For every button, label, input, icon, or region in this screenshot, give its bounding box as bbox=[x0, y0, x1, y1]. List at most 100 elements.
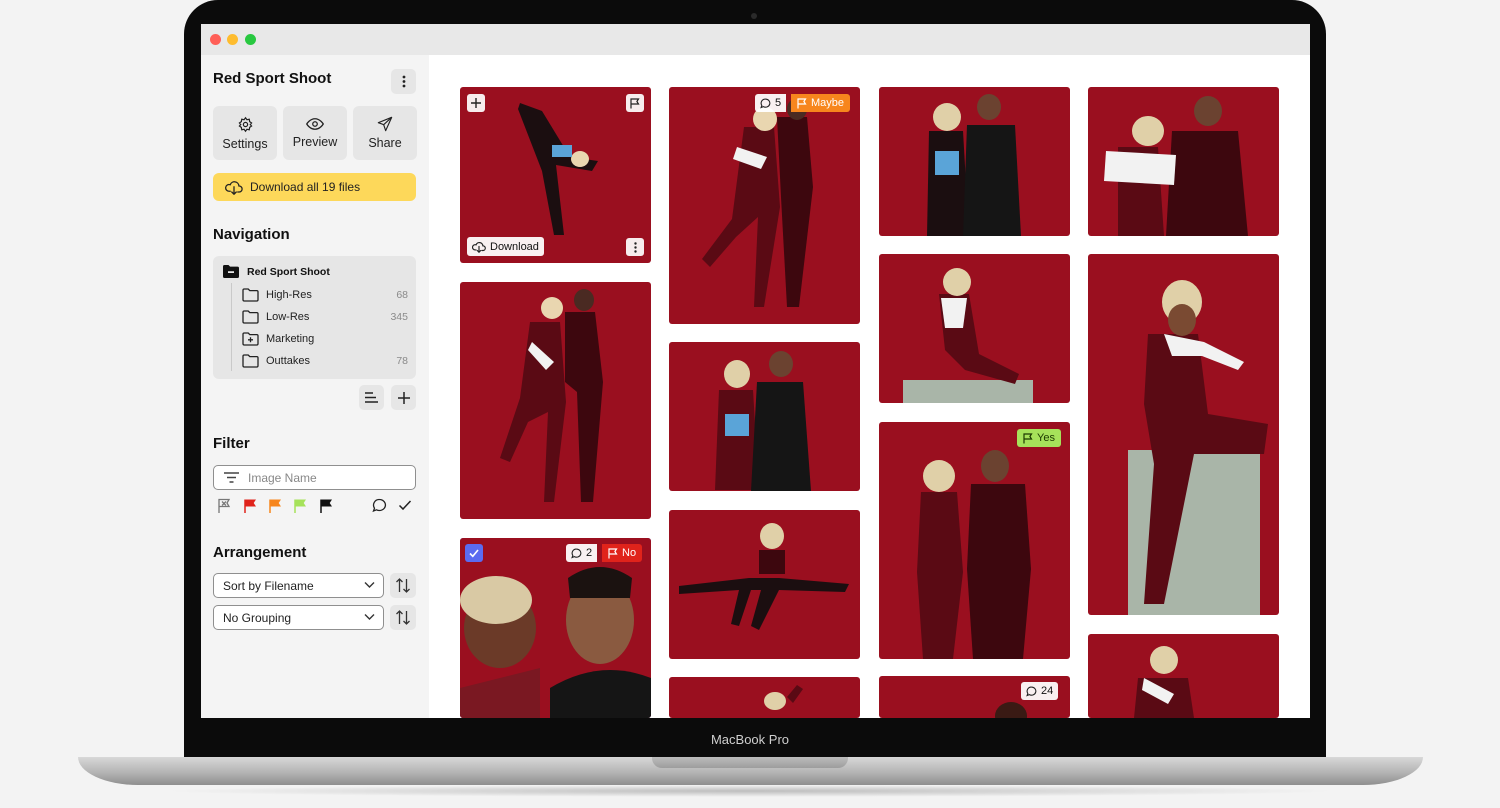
align-left-icon bbox=[365, 392, 378, 403]
photo-thumbnail bbox=[669, 677, 860, 718]
download-photo-label: Download bbox=[490, 240, 539, 253]
settings-button[interactable]: Settings bbox=[213, 106, 277, 160]
status-tag-label: Yes bbox=[1037, 432, 1055, 444]
comment-count-badge[interactable]: 24 bbox=[1021, 682, 1059, 700]
status-tag-label: No bbox=[622, 547, 637, 559]
plus-icon bbox=[471, 98, 481, 108]
chevron-down-icon bbox=[364, 582, 375, 588]
status-tag-label: Maybe bbox=[811, 97, 845, 109]
app-window: Red Sport Shoot Settings Preview Share D… bbox=[201, 24, 1310, 718]
share-label: Share bbox=[368, 136, 402, 150]
orange-flag-filter[interactable] bbox=[268, 498, 283, 519]
minimize-window-button[interactable] bbox=[227, 34, 238, 45]
sort-arrows-icon bbox=[396, 578, 410, 593]
grouping-select-value: No Grouping bbox=[223, 610, 292, 625]
comment-icon bbox=[760, 98, 771, 108]
filter-heading: Filter bbox=[213, 435, 250, 452]
download-photo-button[interactable]: Download bbox=[467, 237, 544, 256]
cloud-download-icon bbox=[472, 241, 486, 253]
share-button[interactable]: Share bbox=[353, 106, 417, 160]
orange-flag-icon bbox=[269, 499, 281, 513]
nav-root-label: Red Sport Shoot bbox=[247, 265, 330, 278]
photo-thumbnail bbox=[1088, 254, 1279, 615]
photo-thumbnail bbox=[1088, 634, 1279, 718]
group-direction-button[interactable] bbox=[390, 605, 416, 630]
grouping-select[interactable]: No Grouping bbox=[213, 605, 384, 630]
photo-card-13[interactable] bbox=[1088, 634, 1279, 718]
nav-item-outtakes[interactable]: Outtakes 78 bbox=[242, 351, 408, 371]
nav-item-label: Marketing bbox=[266, 333, 315, 345]
sort-direction-button[interactable] bbox=[390, 573, 416, 598]
add-to-selection-button[interactable] bbox=[467, 94, 485, 112]
comment-count-badge[interactable]: 2 bbox=[566, 544, 598, 562]
preview-button[interactable]: Preview bbox=[283, 106, 347, 160]
cloud-download-icon bbox=[225, 180, 243, 195]
plus-icon bbox=[397, 391, 410, 404]
red-flag-filter[interactable] bbox=[243, 498, 258, 519]
no-flag-filter[interactable] bbox=[217, 498, 232, 519]
flag-off-icon bbox=[218, 498, 231, 513]
flag-icon bbox=[797, 97, 807, 108]
black-flag-icon bbox=[320, 499, 332, 513]
photo-card-3[interactable] bbox=[879, 87, 1070, 236]
close-window-button[interactable] bbox=[210, 34, 221, 45]
photo-card-11[interactable]: Yes bbox=[879, 422, 1070, 659]
photo-card-1[interactable]: Download bbox=[460, 87, 651, 263]
photo-card-9[interactable]: 2 No bbox=[460, 538, 651, 718]
preview-label: Preview bbox=[292, 135, 338, 149]
nav-item-low-res[interactable]: Low-Res 345 bbox=[242, 307, 408, 327]
photo-card-4[interactable] bbox=[1088, 87, 1279, 236]
nav-item-label: High-Res bbox=[266, 289, 312, 301]
reorder-folders-button[interactable] bbox=[359, 385, 384, 410]
photo-card-12[interactable] bbox=[1088, 254, 1279, 615]
arrangement-heading: Arrangement bbox=[213, 544, 307, 561]
flag-icon bbox=[630, 97, 640, 108]
black-flag-filter[interactable] bbox=[319, 498, 334, 519]
nav-item-label: Outtakes bbox=[266, 355, 311, 367]
photo-thumbnail bbox=[879, 254, 1070, 403]
status-tag-maybe[interactable]: Maybe bbox=[791, 94, 851, 112]
folder-plus-icon bbox=[242, 332, 259, 346]
photo-menu-button[interactable] bbox=[626, 238, 644, 256]
photo-thumbnail bbox=[669, 510, 860, 659]
photo-card-5[interactable] bbox=[460, 282, 651, 519]
comment-count-badge[interactable]: 5 bbox=[755, 94, 787, 112]
flag-icon bbox=[1023, 432, 1033, 443]
flag-photo-button[interactable] bbox=[626, 94, 644, 112]
more-vertical-icon bbox=[402, 75, 405, 88]
green-flag-filter[interactable] bbox=[293, 498, 308, 519]
download-all-button[interactable]: Download all 19 files bbox=[213, 173, 416, 201]
nav-root-item[interactable]: Red Sport Shoot bbox=[223, 265, 330, 278]
photo-card-10[interactable] bbox=[669, 677, 860, 718]
photo-thumbnail bbox=[669, 87, 860, 324]
nav-item-marketing[interactable]: Marketing bbox=[242, 329, 408, 349]
zoom-window-button[interactable] bbox=[245, 34, 256, 45]
photo-card-14[interactable]: 24 bbox=[879, 676, 1070, 718]
photo-card-7[interactable] bbox=[669, 510, 860, 659]
photo-card-8[interactable] bbox=[879, 254, 1070, 403]
folder-minus-icon bbox=[223, 265, 239, 278]
nav-item-count: 78 bbox=[396, 355, 408, 367]
tree-connector bbox=[231, 283, 232, 371]
project-menu-button[interactable] bbox=[391, 69, 416, 94]
comments-filter[interactable] bbox=[372, 498, 387, 518]
flag-filter-row bbox=[217, 498, 417, 516]
comment-count: 24 bbox=[1041, 685, 1054, 697]
status-tag-no[interactable]: No bbox=[602, 544, 643, 562]
selected-checkbox[interactable] bbox=[465, 544, 483, 562]
sort-select-value: Sort by Filename bbox=[223, 578, 314, 593]
nav-item-count: 345 bbox=[390, 311, 408, 323]
camera-dot bbox=[751, 13, 757, 19]
photo-card-2[interactable]: 5 Maybe bbox=[669, 87, 860, 324]
eye-icon bbox=[306, 118, 324, 130]
nav-item-high-res[interactable]: High-Res 68 bbox=[242, 285, 408, 305]
image-name-filter-input[interactable]: Image Name bbox=[213, 465, 416, 490]
approved-filter[interactable] bbox=[398, 498, 412, 517]
folder-icon bbox=[242, 288, 259, 302]
status-tag-yes[interactable]: Yes bbox=[1017, 429, 1061, 447]
nav-item-count: 68 bbox=[396, 289, 408, 301]
flag-icon bbox=[608, 547, 618, 558]
sort-select[interactable]: Sort by Filename bbox=[213, 573, 384, 598]
photo-card-6[interactable] bbox=[669, 342, 860, 491]
add-folder-button[interactable] bbox=[391, 385, 416, 410]
